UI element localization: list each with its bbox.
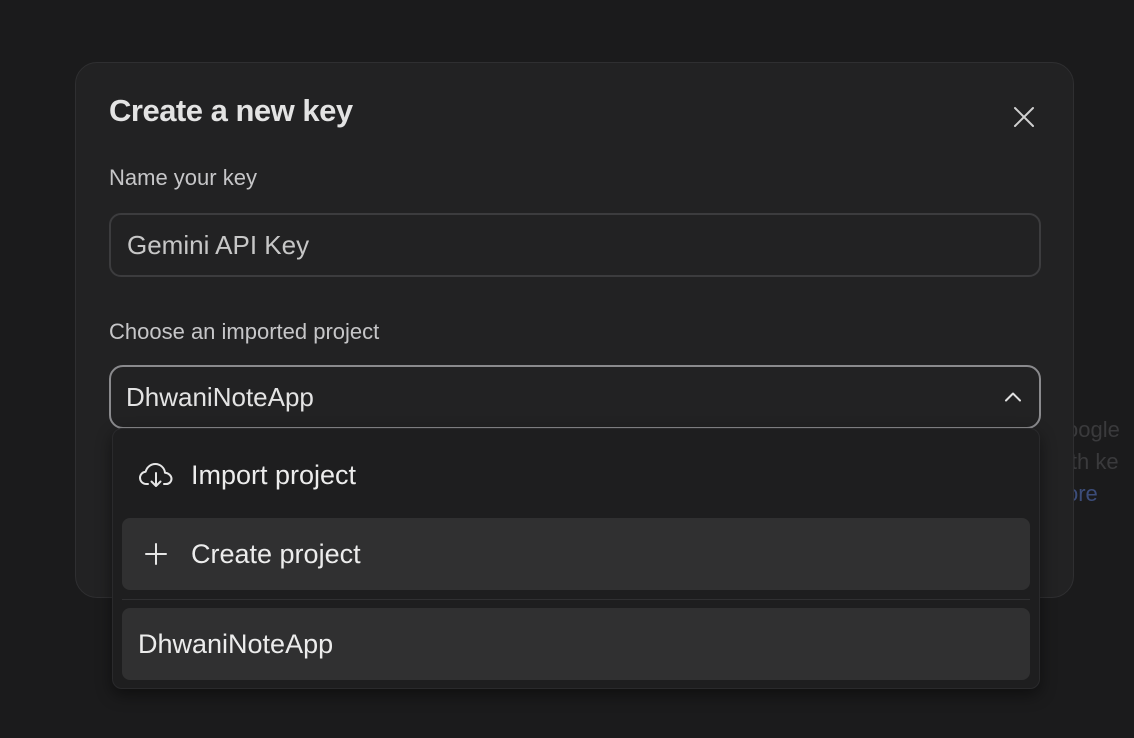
key-name-label: Name your key xyxy=(109,165,257,190)
import-project-label: Import project xyxy=(191,459,357,490)
background-partial-text: oogle ith ke ore xyxy=(1066,414,1134,510)
project-select-label: Choose an imported project xyxy=(109,319,380,344)
project-select[interactable]: DhwaniNoteApp xyxy=(109,365,1041,429)
background-learn-more-link: ore xyxy=(1066,481,1098,506)
create-project-label: Create project xyxy=(191,538,361,569)
cloud-download-icon xyxy=(136,455,176,495)
background-text-line-2: ith ke xyxy=(1066,449,1119,474)
project-select-value: DhwaniNoteApp xyxy=(126,381,314,412)
project-option-dhwaninoteapp[interactable]: DhwaniNoteApp xyxy=(122,608,1030,680)
key-name-input[interactable] xyxy=(109,213,1041,277)
project-dropdown-menu: Import project Create project DhwaniNote… xyxy=(112,428,1040,689)
create-project-option[interactable]: Create project xyxy=(122,518,1030,590)
import-project-option[interactable]: Import project xyxy=(122,439,1030,511)
plus-icon xyxy=(136,534,176,574)
project-option-label: DhwaniNoteApp xyxy=(138,628,334,659)
close-button[interactable] xyxy=(1004,97,1044,137)
background-text-line-1: oogle xyxy=(1066,417,1120,442)
close-icon xyxy=(1014,107,1034,127)
dialog-title: Create a new key xyxy=(109,93,353,128)
chevron-up-icon xyxy=(1005,392,1021,402)
menu-divider xyxy=(122,599,1030,600)
